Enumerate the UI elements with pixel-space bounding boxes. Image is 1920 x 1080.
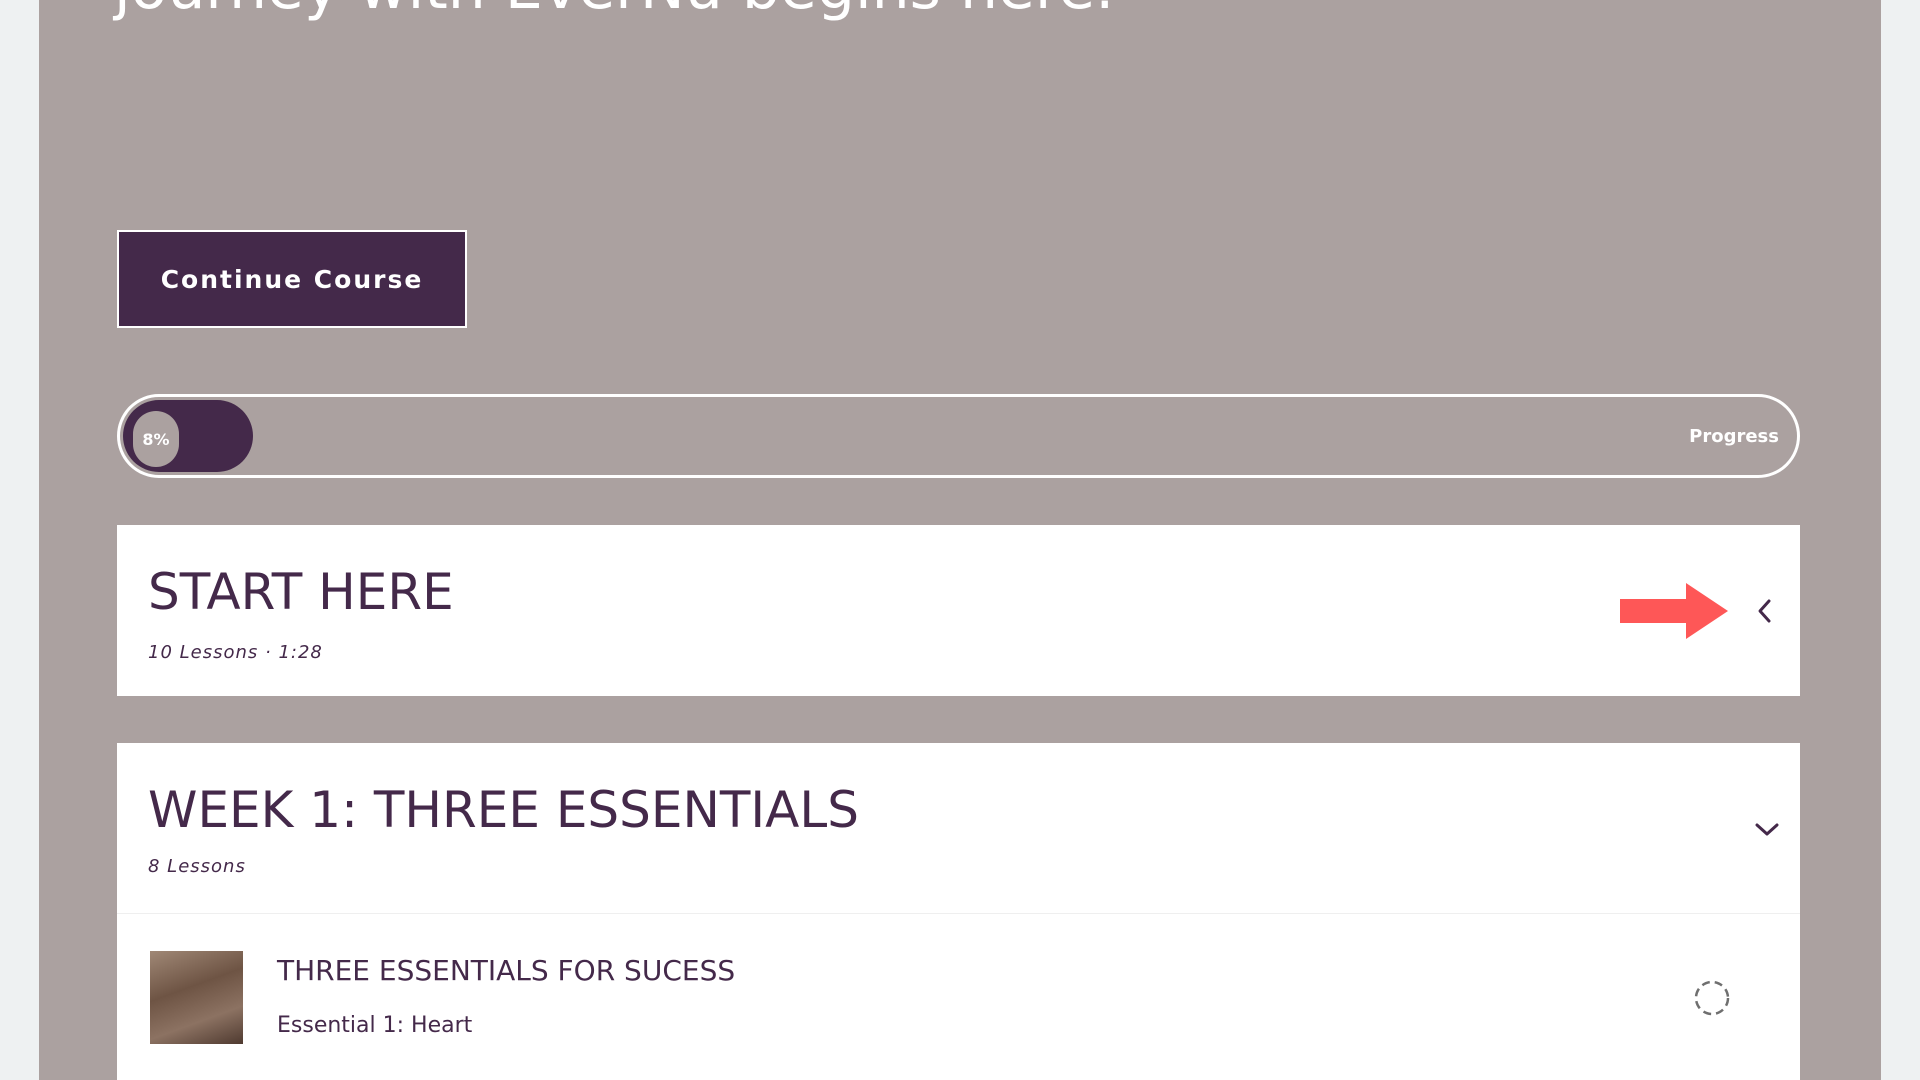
- lesson-title[interactable]: THREE ESSENTIALS FOR SUCESS: [277, 954, 735, 987]
- lesson-thumbnail: [150, 951, 243, 1044]
- section-title: START HERE: [148, 563, 454, 621]
- section-start-here[interactable]: START HERE 10 Lessons · 1:28: [117, 525, 1800, 696]
- progress-label: Progress: [1689, 425, 1779, 447]
- section-title: WEEK 1: THREE ESSENTIALS: [148, 781, 859, 839]
- section-meta: 8 Lessons: [148, 856, 246, 877]
- course-hero-section: journey with EverNu begins here. Continu…: [39, 0, 1881, 1080]
- divider: [117, 913, 1800, 914]
- hero-title: journey with EverNu begins here.: [114, 0, 1114, 18]
- progress-fill: 8%: [123, 400, 253, 472]
- lesson-subtitle: Essential 1: Heart: [277, 1013, 473, 1038]
- red-arrow-right-icon: [1620, 583, 1728, 639]
- section-week-1[interactable]: WEEK 1: THREE ESSENTIALS 8 Lessons THREE…: [117, 743, 1800, 1080]
- progress-bar: 8% Progress: [117, 394, 1800, 478]
- section-meta: 10 Lessons · 1:28: [148, 642, 323, 663]
- progress-percent: 8%: [133, 411, 179, 467]
- chevron-down-icon[interactable]: [1749, 811, 1785, 847]
- continue-course-button[interactable]: Continue Course: [117, 230, 467, 328]
- incomplete-circle-icon: [1694, 980, 1730, 1016]
- chevron-left-icon[interactable]: [1747, 593, 1783, 629]
